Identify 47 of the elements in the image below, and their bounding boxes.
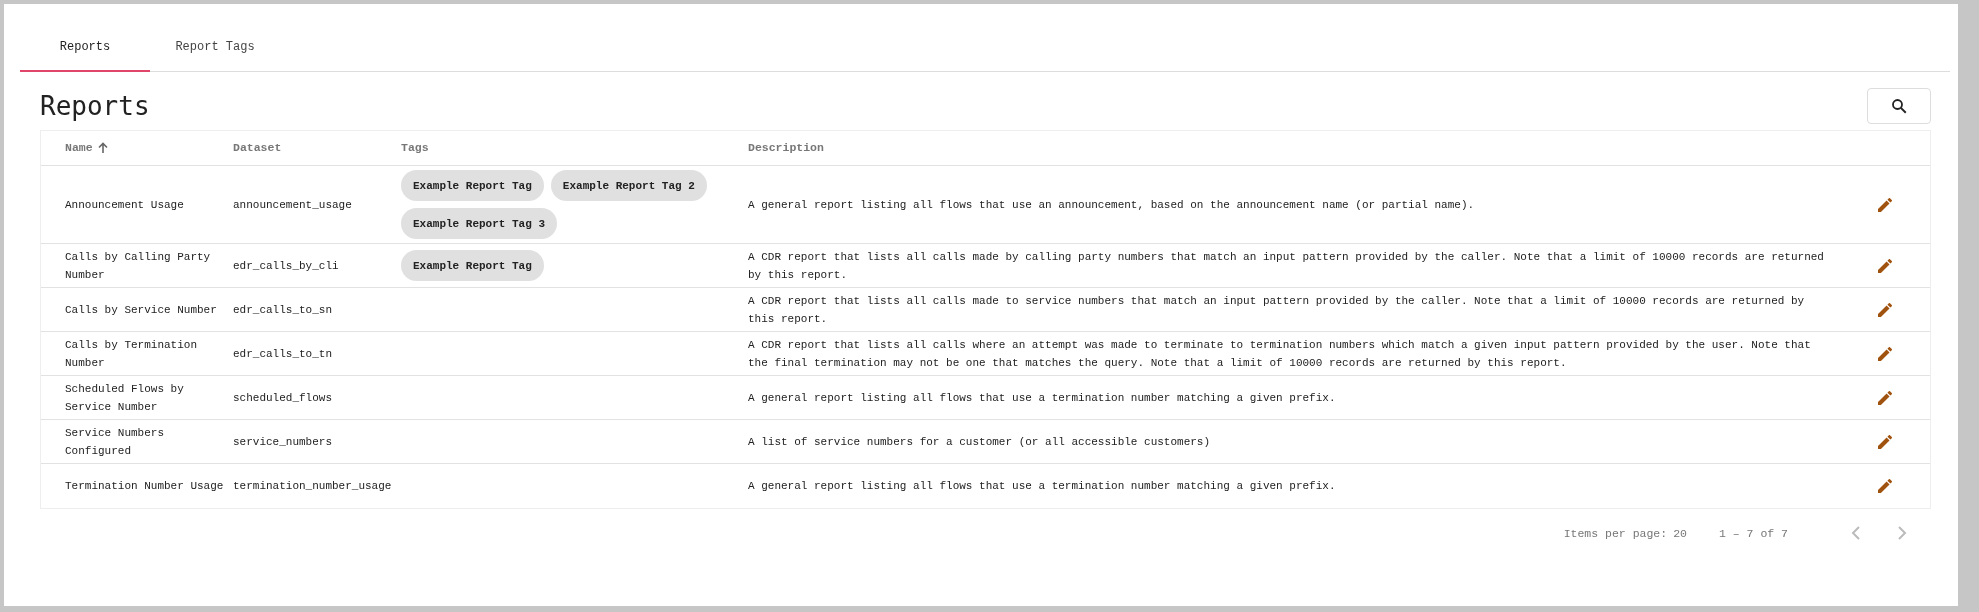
page-range: 1 – 7 of 7	[1719, 526, 1788, 540]
search-button[interactable]	[1867, 88, 1931, 124]
table-cell-text: A CDR report that lists all calls made to service numbers that match an input pattern provided by the caller. Note that a limit of 10000 records are returned by this report.	[748, 293, 1806, 327]
table-cell-text: Calls by Termination Number	[65, 337, 199, 371]
table-cell-text: edr_calls_to_sn	[233, 302, 334, 318]
tab[interactable]: Report Tags	[150, 24, 280, 72]
table-cell-text: A CDR report that lists all calls where an attempt was made to terminate to termination numbers which match a given input pattern provided by the user. Note that the final termination may not be one that matches the query. Note that a limit of 10000 records are returned by this report.	[748, 337, 1812, 371]
items-per-page-label: Items per page:	[1563, 526, 1668, 540]
table-cell-text: Calls by Service Number	[65, 302, 218, 318]
table-cell-text: Termination Number Usage	[65, 479, 225, 494]
sort-arrow-icon	[96, 142, 109, 154]
pencil-icon	[1878, 479, 1892, 493]
table-cell-text: edr_calls_to_tn	[233, 346, 334, 362]
table-cell-text: termination_number_usage	[233, 479, 393, 494]
pencil-icon	[1878, 258, 1892, 273]
search-icon	[1890, 97, 1908, 115]
table-cell-text: A CDR report that lists all calls made by calling party numbers that match an input pattern provided by the caller. Note that a limit of 10000 records are returned by this report.	[748, 249, 1825, 283]
pencil-icon	[1878, 390, 1892, 405]
pencil-icon	[1878, 197, 1892, 212]
chevron-left-icon	[1851, 526, 1861, 540]
column-header[interactable]: Dataset	[233, 139, 282, 157]
table-cell-text: A general report listing all flows that use an announcement, based on the announcement name (or partial name).	[748, 197, 1476, 213]
table-cell-text: scheduled_flows	[233, 390, 334, 406]
table-cell-text: Scheduled Flows by Service Number	[65, 381, 185, 415]
tag-chip: Example Report Tag	[401, 170, 544, 201]
pencil-icon	[1878, 346, 1892, 361]
table-cell-text: A general report listing all flows that use a termination number matching a given prefix.	[748, 479, 1337, 494]
table-cell-text: service_numbers	[233, 434, 334, 450]
tab[interactable]: Reports	[20, 24, 150, 72]
column-header[interactable]: Tags	[401, 139, 429, 157]
table-cell-text: Announcement Usage	[65, 197, 185, 213]
items-per-page-value[interactable]: 20	[1673, 526, 1687, 540]
chevron-right-icon	[1897, 526, 1907, 540]
table-cell-text: edr_calls_by_cli	[233, 258, 340, 274]
column-header[interactable]: Description	[748, 139, 824, 157]
table-cell-text: Calls by Calling Party Number	[65, 249, 212, 283]
table-cell-text: A list of service numbers for a customer (or all accessible customers)	[748, 434, 1212, 450]
pencil-icon	[1878, 434, 1892, 449]
pencil-icon	[1878, 302, 1892, 317]
table-cell-text: Service Numbers Configured	[65, 425, 166, 459]
tag-chip: Example Report Tag 2	[550, 170, 707, 201]
tag-chip: Example Report Tag 3	[401, 208, 558, 239]
table-cell-text: announcement_usage	[233, 197, 353, 213]
column-header[interactable]: Name	[65, 139, 109, 157]
tag-chip: Example Report Tag	[401, 250, 544, 281]
page-title: Reports	[40, 91, 150, 121]
table-cell-text: A general report listing all flows that use a termination number matching a given prefix.	[748, 390, 1337, 406]
